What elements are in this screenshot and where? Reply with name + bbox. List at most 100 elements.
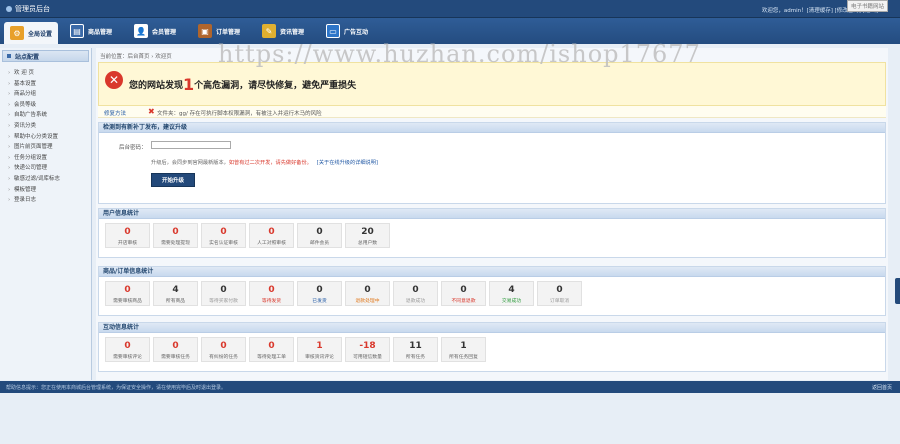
stat-label: 等待发货 bbox=[261, 299, 282, 304]
stat-card[interactable]: 1 所有任务回复 bbox=[441, 337, 486, 362]
app-title: 管理员后台 bbox=[6, 4, 50, 14]
nav-item-global-settings[interactable]: ⚙ 全局设置 bbox=[4, 22, 59, 44]
stat-card[interactable]: 0 需要审核商品 bbox=[105, 281, 150, 306]
stat-card[interactable]: 0 邮件会员 bbox=[297, 223, 342, 248]
stat-value: 1 bbox=[460, 341, 467, 351]
order-stats-title: 商品/订单信息统计 bbox=[99, 267, 885, 277]
nav-item-orders[interactable]: ▣ 订单管理 bbox=[198, 21, 240, 41]
admin-password-input[interactable] bbox=[151, 141, 231, 149]
stat-card[interactable]: 0 开店审核 bbox=[105, 223, 150, 248]
logo-icon bbox=[6, 6, 12, 12]
stat-label: 交易成功 bbox=[501, 299, 522, 304]
stat-label: 已发货 bbox=[312, 299, 327, 304]
stat-label: 人工对照审核 bbox=[257, 241, 286, 246]
back-home-link[interactable]: 返回首页 bbox=[872, 384, 892, 391]
settings-icon: ⚙ bbox=[10, 26, 24, 40]
stat-card[interactable]: 0 退款处理中 bbox=[345, 281, 390, 306]
stat-value: 0 bbox=[124, 341, 131, 351]
stat-value: 0 bbox=[268, 227, 275, 237]
stat-value: 0 bbox=[268, 285, 275, 295]
stat-card[interactable]: 4 所有商品 bbox=[153, 281, 198, 306]
stat-card[interactable]: 0 需要审核任务 bbox=[153, 337, 198, 362]
stat-value: 0 bbox=[316, 285, 323, 295]
user-stats-title: 用户信息统计 bbox=[99, 209, 885, 219]
stat-label: 有纠纷的任务 bbox=[209, 355, 238, 360]
sidebar-item-member-levels[interactable]: 会员等级 bbox=[8, 100, 91, 111]
stat-value: 0 bbox=[220, 285, 227, 295]
stat-card[interactable]: 20 总用户数 bbox=[345, 223, 390, 248]
stat-label: 实名认证审核 bbox=[209, 241, 238, 246]
stat-value: 0 bbox=[556, 285, 563, 295]
stat-value: 0 bbox=[172, 227, 179, 237]
product-icon: ▤ bbox=[70, 24, 84, 38]
footer-text: 帮助信息提示：您正在使用本商城后台管理系统，为保证安全操作，请在使用完毕后及时退… bbox=[6, 385, 227, 391]
stat-card[interactable]: 1 审核资讯评论 bbox=[297, 337, 342, 362]
stat-card[interactable]: 4 交易成功 bbox=[489, 281, 534, 306]
stat-card[interactable]: -18 可用短信数量 bbox=[345, 337, 390, 362]
stat-value: 0 bbox=[172, 341, 179, 351]
stat-card[interactable]: 0 等待处理工单 bbox=[249, 337, 294, 362]
stat-label: 需要审核任务 bbox=[161, 355, 190, 360]
stat-card[interactable]: 0 退款成功 bbox=[393, 281, 438, 306]
stat-card[interactable]: 0 有纠纷的任务 bbox=[201, 337, 246, 362]
stat-label: 等待买家付款 bbox=[209, 299, 238, 304]
news-icon: ✎ bbox=[262, 24, 276, 38]
stat-label: 等待处理工单 bbox=[257, 355, 286, 360]
stat-card[interactable]: 0 实名认证审核 bbox=[201, 223, 246, 248]
stat-label: 总用户数 bbox=[357, 241, 378, 246]
sidebar-item-couriers[interactable]: 快递公司管理 bbox=[8, 163, 91, 174]
stat-value: 0 bbox=[220, 341, 227, 351]
nav-item-ads[interactable]: ▭ 广告互动 bbox=[326, 21, 368, 41]
warning-x-icon: ✖ bbox=[148, 107, 155, 116]
stat-value: 0 bbox=[412, 285, 419, 295]
sidebar-item-word-filter[interactable]: 敏感过滤/词库标志 bbox=[8, 174, 91, 185]
stat-card[interactable]: 0 人工对照审核 bbox=[249, 223, 294, 248]
stat-card[interactable]: 0 订单取消 bbox=[537, 281, 582, 306]
sidebar-item-task-groups[interactable]: 任务分组设置 bbox=[8, 153, 91, 164]
stat-label: 退款成功 bbox=[405, 299, 426, 304]
stat-value: 20 bbox=[361, 227, 374, 237]
stat-card[interactable]: 11 所有任务 bbox=[393, 337, 438, 362]
order-stats-panel: 商品/订单信息统计 0 需要审核商品 4 所有商品 0 等待买家付款 0 等待发货 0 已发货 0 退… bbox=[98, 266, 886, 316]
start-upgrade-button[interactable]: 开始升级 bbox=[151, 173, 195, 187]
order-stats-cards: 0 需要审核商品 4 所有商品 0 等待买家付款 0 等待发货 0 已发货 0 退款处理中 0 退款成功 0… bbox=[105, 281, 582, 306]
watermark-text: https://www.huzhan.com/ishop17677 bbox=[218, 40, 701, 68]
stat-label: 需要审核评论 bbox=[113, 355, 142, 360]
stat-card[interactable]: 0 不同意退款 bbox=[441, 281, 486, 306]
stat-label: 需要审核商品 bbox=[113, 299, 142, 304]
stat-label: 开店审核 bbox=[117, 241, 138, 246]
side-handle[interactable] bbox=[895, 278, 900, 304]
fix-method-link[interactable]: 修复方法 bbox=[104, 109, 126, 117]
stat-label: 需要处理提现 bbox=[161, 241, 190, 246]
stat-card[interactable]: 0 需要审核评论 bbox=[105, 337, 150, 362]
sidebar-item-login-log[interactable]: 登录日志 bbox=[8, 195, 91, 206]
stat-card[interactable]: 0 已发货 bbox=[297, 281, 342, 306]
sidebar-item-welcome[interactable]: 欢 迎 页 bbox=[8, 68, 91, 79]
sidebar-item-page-management[interactable]: 图片前页面管理 bbox=[8, 142, 91, 153]
user-stats-cards: 0 开店审核 0 需要处理提现 0 实名认证审核 0 人工对照审核 0 邮件会员 20 总用户数 bbox=[105, 223, 390, 248]
stat-label: 审核资讯评论 bbox=[305, 355, 334, 360]
sidebar-item-templates[interactable]: 模板管理 bbox=[8, 185, 91, 196]
stat-value: 0 bbox=[268, 341, 275, 351]
upgrade-panel: 检测到有新补丁发布，建议升级 后台密码： 升级后，会同步到官网最新版本，如曾有过… bbox=[98, 122, 886, 204]
stat-value: 0 bbox=[316, 227, 323, 237]
sidebar-item-help-categories[interactable]: 帮助中心分类设置 bbox=[8, 132, 91, 143]
sidebar-header: 站点配置 bbox=[2, 50, 89, 62]
stat-card[interactable]: 0 等待发货 bbox=[249, 281, 294, 306]
sidebar-item-ad-system[interactable]: 自助广告系统 bbox=[8, 110, 91, 121]
upgrade-help-link[interactable]: [关于在线升级的详细说明] bbox=[317, 160, 378, 166]
sidebar-item-basic-settings[interactable]: 基本设置 bbox=[8, 79, 91, 90]
nav-item-products[interactable]: ▤ 商品管理 bbox=[70, 21, 112, 41]
fix-detail: 文件夹：gg/ 存在可执行脚本权限漏洞，有被注入并运行木马的风险 bbox=[157, 111, 322, 117]
stat-card[interactable]: 0 等待买家付款 bbox=[201, 281, 246, 306]
stat-label: 不同意退款 bbox=[451, 299, 476, 304]
sidebar-item-product-groups[interactable]: 商品分组 bbox=[8, 89, 91, 100]
upgrade-note: 升级后，会同步到官网最新版本，如曾有过二次开发，请先做好备份。 [关于在线升级的… bbox=[151, 160, 378, 166]
stat-value: 4 bbox=[508, 285, 515, 295]
stat-label: 退款处理中 bbox=[355, 299, 380, 304]
stat-card[interactable]: 0 需要处理提现 bbox=[153, 223, 198, 248]
nav-item-news[interactable]: ✎ 资讯管理 bbox=[262, 21, 304, 41]
ads-icon: ▭ bbox=[326, 24, 340, 38]
nav-item-members[interactable]: 👤 会员管理 bbox=[134, 21, 176, 41]
sidebar-item-news-categories[interactable]: 资讯分类 bbox=[8, 121, 91, 132]
